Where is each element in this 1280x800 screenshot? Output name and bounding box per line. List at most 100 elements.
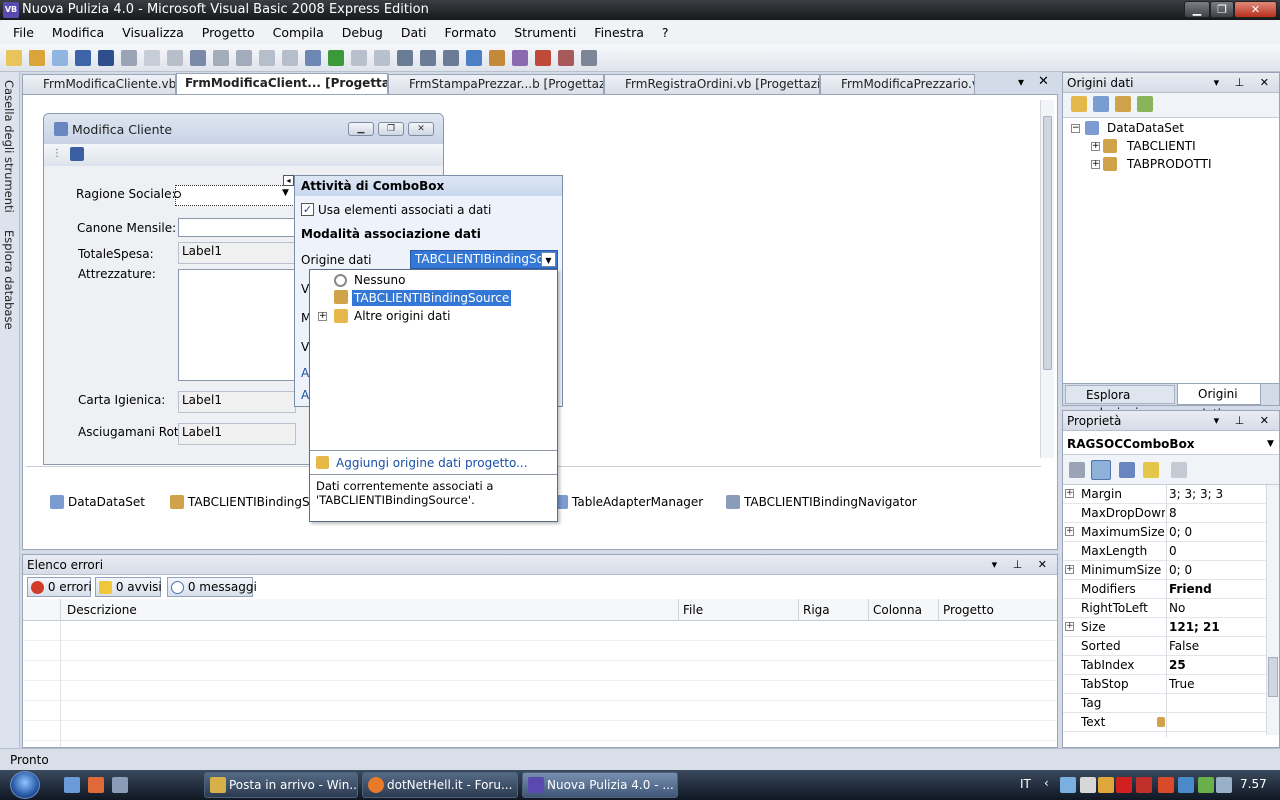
events-icon[interactable] <box>1143 462 1159 478</box>
tray-tableadaptermanager[interactable]: TableAdapterManager <box>554 495 703 509</box>
quicklaunch-app-icon[interactable] <box>88 777 104 793</box>
tray-network-icon[interactable] <box>1060 777 1076 793</box>
scrollbar-thumb[interactable] <box>1268 657 1278 697</box>
menu-finestra[interactable]: Finestra <box>585 25 653 40</box>
taskbar-dotnethell[interactable]: dotNetHell.it - Foru... <box>362 772 518 798</box>
menu-strumenti[interactable]: Strumenti <box>505 25 585 40</box>
tree-item-altre-origini[interactable]: Altre origini dati <box>354 309 450 323</box>
properties-scrollbar[interactable] <box>1266 485 1279 735</box>
step-out-icon[interactable] <box>443 49 459 66</box>
selector-arrow-icon[interactable]: ▼ <box>1267 433 1274 455</box>
tray-antivirus-icon[interactable] <box>1116 777 1132 793</box>
expand-icon[interactable]: + <box>1065 527 1074 536</box>
tray-battery-icon[interactable] <box>1198 777 1214 793</box>
expand-icon[interactable]: + <box>318 312 327 321</box>
tab-esplora-soluzioni[interactable]: Esplora soluzioni <box>1065 385 1175 420</box>
tab-frmmodificacliente-code[interactable]: FrmModificaCliente.vb* <box>22 74 176 94</box>
new-project-icon[interactable] <box>6 49 22 66</box>
tree-datadataset[interactable]: DataDataSet <box>1107 121 1184 135</box>
object-browser-icon[interactable] <box>512 49 528 66</box>
properties-view-icon[interactable] <box>1119 462 1135 478</box>
system-clock[interactable]: 7.57 <box>1240 777 1267 791</box>
panel-pin-close-icon[interactable]: ▾ ⊥ ✕ <box>1214 73 1275 93</box>
warnings-filter-button[interactable]: 0 avvisi <box>95 577 162 597</box>
menu-dati[interactable]: Dati <box>392 25 436 40</box>
property-value[interactable]: 0 <box>1169 544 1177 558</box>
error-list-icon[interactable] <box>558 49 574 66</box>
property-row[interactable]: Sorted False <box>1063 637 1266 656</box>
menu-file[interactable]: File <box>4 25 43 40</box>
tab-dropdown-icon[interactable]: ▾ <box>1018 75 1024 89</box>
navigate-icon[interactable] <box>305 49 321 66</box>
switch-windows-icon[interactable] <box>112 777 128 793</box>
canone-mensile-textbox[interactable] <box>178 218 296 237</box>
property-row[interactable]: TabStop True <box>1063 675 1266 694</box>
property-row[interactable]: MaxLength 0 <box>1063 542 1266 561</box>
property-value[interactable]: 0; 0 <box>1169 525 1192 539</box>
column-colonna[interactable]: Colonna <box>869 599 939 621</box>
property-value[interactable]: 0; 0 <box>1169 563 1192 577</box>
property-value[interactable]: 3; 3; 3; 3 <box>1169 487 1223 501</box>
menu-formato[interactable]: Formato <box>436 25 506 40</box>
property-value[interactable]: No <box>1169 601 1185 615</box>
redo-icon[interactable] <box>282 49 298 66</box>
maximize-button[interactable]: ❐ <box>1210 1 1234 18</box>
show-desktop-icon[interactable] <box>64 777 80 793</box>
scrollbar-thumb[interactable] <box>1043 116 1052 370</box>
menu-help[interactable]: ? <box>653 25 678 40</box>
edit-dataset-icon[interactable] <box>1093 96 1109 112</box>
property-grid-divider[interactable] <box>1166 485 1167 737</box>
tab-frmregistraordini[interactable]: FrmRegistraOrdini.vb [Progettazione] <box>604 74 820 94</box>
origine-dati-select[interactable]: TABCLIENTIBindingSo ▼ <box>410 250 558 269</box>
tree-tabprodotti[interactable]: TABPRODOTTI <box>1127 157 1212 171</box>
property-value[interactable]: False <box>1169 639 1199 653</box>
taskbar-nuova-pulizia[interactable]: Nuova Pulizia 4.0 - ... <box>522 772 678 798</box>
tab-origini-dati[interactable]: Origini dati <box>1177 384 1261 421</box>
expand-icon[interactable]: + <box>1065 489 1074 498</box>
menu-visualizza[interactable]: Visualizza <box>113 25 193 40</box>
copy-icon[interactable] <box>144 49 160 66</box>
undo-icon[interactable] <box>259 49 275 66</box>
property-row[interactable]: RightToLeft No <box>1063 599 1266 618</box>
save-icon[interactable] <box>75 49 91 66</box>
ragsoc-combobox[interactable]: ▼ <box>174 185 295 206</box>
combo-arrow-icon[interactable]: ▼ <box>282 188 289 198</box>
selection-handle[interactable] <box>174 191 181 198</box>
stop-icon[interactable] <box>374 49 390 66</box>
expand-icon[interactable]: + <box>1091 142 1100 151</box>
categorized-icon[interactable] <box>1069 462 1085 478</box>
open-file-icon[interactable] <box>29 49 45 66</box>
language-indicator[interactable]: IT <box>1020 777 1031 791</box>
tray-tabclientibindingsource[interactable]: TABCLIENTIBindingSou <box>170 495 325 509</box>
step-over-icon[interactable] <box>420 49 436 66</box>
tray-tabclientibindingnavigator[interactable]: TABCLIENTIBindingNavigator <box>726 495 917 509</box>
property-row[interactable]: TabIndex 25 <box>1063 656 1266 675</box>
tray-volume-icon[interactable] <box>1098 777 1114 793</box>
properties-icon[interactable] <box>489 49 505 66</box>
expand-icon[interactable]: + <box>1065 622 1074 631</box>
find-icon[interactable] <box>190 49 206 66</box>
paste-icon[interactable] <box>167 49 183 66</box>
property-row[interactable]: + Size 121; 21 <box>1063 618 1266 637</box>
property-row[interactable]: + MinimumSize 0; 0 <box>1063 561 1266 580</box>
panel-pin-close-icon[interactable]: ▾ ⊥ ✕ <box>992 555 1053 575</box>
property-value[interactable]: 8 <box>1169 506 1177 520</box>
attrezzature-textbox[interactable] <box>178 269 296 381</box>
partial-link-a2[interactable]: A <box>301 388 309 402</box>
property-pages-icon[interactable] <box>1171 462 1187 478</box>
property-value[interactable]: Friend <box>1169 582 1212 596</box>
taskbar-posta[interactable]: Posta in arrivo - Win... <box>204 772 358 798</box>
menu-debug[interactable]: Debug <box>333 25 392 40</box>
start-debug-icon[interactable] <box>328 49 344 66</box>
object-selector[interactable]: RAGSOCComboBox System.Window ▼ <box>1063 433 1279 473</box>
menu-compila[interactable]: Compila <box>264 25 333 40</box>
column-progetto[interactable]: Progetto <box>939 599 1057 621</box>
property-row[interactable]: + Margin 3; 3; 3; 3 <box>1063 485 1266 504</box>
expand-icon[interactable]: + <box>1091 160 1100 169</box>
partial-link-a1[interactable]: A <box>301 366 309 380</box>
column-riga[interactable]: Riga <box>799 599 869 621</box>
minimize-button[interactable]: ▁ <box>1184 1 1210 18</box>
tray-datadataset[interactable]: DataDataSet <box>50 495 145 509</box>
solution-explorer-icon[interactable] <box>466 49 482 66</box>
cut-icon[interactable] <box>121 49 137 66</box>
